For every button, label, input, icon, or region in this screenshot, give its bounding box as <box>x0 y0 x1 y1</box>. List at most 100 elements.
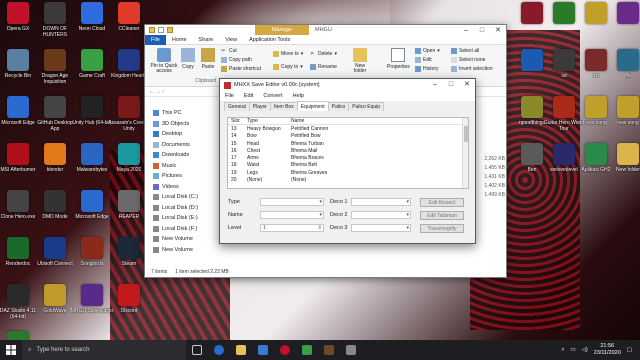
properties-icon[interactable] <box>158 27 164 33</box>
edit-kinsect-button[interactable]: Edit Kinsect <box>420 198 464 207</box>
edit-talisman-button[interactable]: Edit Talisman <box>420 211 464 220</box>
close-icon[interactable]: ✕ <box>459 79 475 89</box>
nav-item[interactable]: New Volume <box>145 245 221 256</box>
copy-path-button[interactable]: Copy path <box>221 57 252 63</box>
rename-button[interactable]: Rename <box>310 64 337 70</box>
tab-share[interactable]: Share <box>193 35 220 45</box>
new-folder-icon[interactable] <box>167 27 173 33</box>
taskbar-search-input[interactable]: ⌕ Type here to search <box>22 340 186 360</box>
table-row[interactable]: 17 Arms Bhema Braces <box>228 154 468 161</box>
tab-palico-equip[interactable]: Palico Equip <box>348 102 385 111</box>
pin-quick-access-button[interactable]: Pin to Quick access <box>149 48 179 74</box>
desktop-icon[interactable]: Discord <box>107 284 151 314</box>
nav-item[interactable]: Local Disk (F:) <box>145 224 221 235</box>
taskbar-opera[interactable] <box>274 340 296 360</box>
transmogrify-button[interactable]: Transmogrify <box>420 224 464 233</box>
clock[interactable]: 21:56 23/11/2020 <box>594 343 621 357</box>
new-folder-button[interactable]: New folder <box>350 48 370 74</box>
desktop-icon[interactable]: ffe <box>606 49 640 79</box>
nav-item[interactable]: Local Disk (E:) <box>145 213 221 224</box>
nav-item[interactable]: Downloads <box>145 150 221 161</box>
table-row[interactable]: 16 Chest Bhema Mail <box>228 147 468 154</box>
nav-item[interactable]: Pictures <box>145 171 221 182</box>
invert-selection-button[interactable]: Invert selection <box>451 66 493 72</box>
nav-item[interactable]: Videos <box>145 182 221 193</box>
deco2-select[interactable]: ▾ <box>351 211 411 219</box>
tab-application-tools[interactable]: Application Tools <box>243 35 296 45</box>
tab-equipment[interactable]: Equipment <box>296 101 329 111</box>
menu-help[interactable]: Help <box>288 93 309 99</box>
task-view-button[interactable] <box>186 340 208 360</box>
save-editor-titlebar[interactable]: MHXX Save Editor v0.09c [system] – □ ✕ <box>220 79 475 91</box>
scrollbar-thumb[interactable] <box>464 126 468 142</box>
cut-button[interactable]: ✂ Cut <box>221 48 237 54</box>
table-row[interactable]: 19 Legs Bhema Greaves <box>228 169 468 176</box>
maximize-icon[interactable]: □ <box>474 25 490 35</box>
select-all-button[interactable]: Select all <box>451 48 479 54</box>
maximize-icon[interactable]: □ <box>443 79 459 89</box>
select-none-button[interactable]: Select none <box>451 57 485 63</box>
deco1-select[interactable]: ▾ <box>351 198 411 206</box>
save-editor-window[interactable]: MHXX Save Editor v0.09c [system] – □ ✕ F… <box>219 78 476 244</box>
close-icon[interactable]: ✕ <box>490 25 506 35</box>
nav-item[interactable]: Local Disk (D:) <box>145 203 221 214</box>
properties-button[interactable]: Properties <box>387 48 410 70</box>
list-scrollbar[interactable] <box>462 118 468 188</box>
copy-button[interactable]: Copy <box>181 48 195 70</box>
desktop-icon[interactable]: new song <box>606 96 640 126</box>
minimize-icon[interactable]: – <box>427 79 443 89</box>
manage-contextual-tab[interactable]: Manage <box>255 25 309 35</box>
taskbar-recorder[interactable] <box>340 340 362 360</box>
edit-button[interactable]: Edit <box>415 57 432 63</box>
nav-item[interactable]: Music <box>145 161 221 172</box>
back-arrow-icon[interactable]: ← → ↑ <box>149 89 164 95</box>
history-button[interactable]: History <box>415 66 439 72</box>
nav-item[interactable]: New Volume <box>145 234 221 245</box>
minimize-icon[interactable]: – <box>458 25 474 35</box>
explorer-titlebar[interactable]: Manage MHGU – □ ✕ <box>145 25 506 35</box>
deco3-select[interactable]: ▾ <box>351 224 411 232</box>
tab-home[interactable]: Home <box>166 35 193 45</box>
volume-icon[interactable]: ◁) <box>582 347 588 353</box>
table-row[interactable]: 18 Waist Bhema Belt <box>228 162 468 169</box>
taskbar-explorer[interactable] <box>230 340 252 360</box>
nav-item[interactable]: 3D Objects <box>145 119 221 130</box>
type-select[interactable]: ▾ <box>260 198 324 206</box>
spinner-icon[interactable]: ⇕ <box>318 225 322 231</box>
table-row[interactable]: 15 Head Bhema Turban <box>228 140 468 147</box>
table-row[interactable]: 14 Bow Petrified Bow <box>228 133 468 140</box>
delete-button[interactable]: ✕ Delete ▾ <box>310 51 337 57</box>
nav-item[interactable]: This PC <box>145 108 221 119</box>
chevron-up-icon[interactable]: ˄ <box>561 347 564 353</box>
nav-item[interactable]: Local Disk (C:) <box>145 192 221 203</box>
taskbar-app[interactable] <box>296 340 318 360</box>
level-stepper[interactable]: 1 ⇕ <box>260 224 324 232</box>
table-row[interactable]: 20 (None) (None) <box>228 176 468 183</box>
tab-file[interactable]: File <box>145 34 166 45</box>
nav-item[interactable]: Desktop <box>145 129 221 140</box>
column-name[interactable]: Name <box>291 118 411 124</box>
tab-player[interactable]: Player <box>248 102 271 111</box>
desktop-icon[interactable]: New folder <box>606 143 640 173</box>
taskbar-store[interactable] <box>252 340 274 360</box>
menu-edit[interactable]: Edit <box>239 93 258 99</box>
tab-general[interactable]: General <box>224 102 250 111</box>
menu-file[interactable]: File <box>220 93 239 99</box>
notifications-icon[interactable]: ▢ <box>627 347 632 353</box>
name-select[interactable]: ▾ <box>260 211 324 219</box>
nav-item[interactable]: Documents <box>145 140 221 151</box>
tab-item-box[interactable]: Item Box <box>269 102 298 111</box>
network-icon[interactable]: ▭ <box>570 347 575 353</box>
start-button[interactable] <box>0 340 22 360</box>
menu-convert[interactable]: Convert <box>258 93 287 99</box>
copy-to-button[interactable]: Copy to ▾ <box>273 64 303 70</box>
paste-button[interactable]: Paste <box>201 48 215 70</box>
taskbar-edge[interactable] <box>208 340 230 360</box>
move-to-button[interactable]: Move to ▾ <box>273 51 303 57</box>
column-slot[interactable]: Slot <box>228 118 247 124</box>
open-button[interactable]: Open ▾ <box>415 48 440 54</box>
tab-palico[interactable]: Palico <box>327 102 350 111</box>
column-type[interactable]: Type <box>247 118 291 124</box>
tab-view[interactable]: View <box>219 35 243 45</box>
desktop-icon[interactable] <box>606 2 640 26</box>
